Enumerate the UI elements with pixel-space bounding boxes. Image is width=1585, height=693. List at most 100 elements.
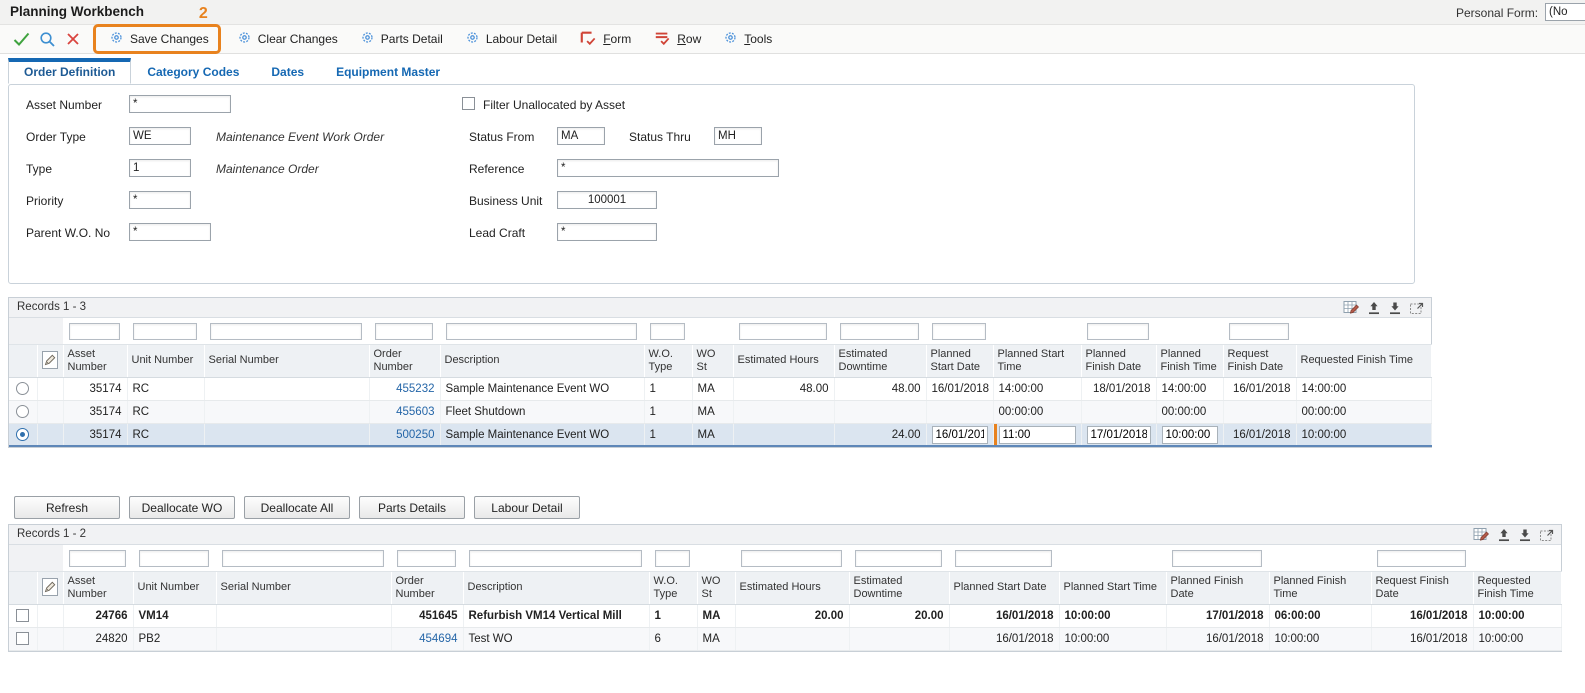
- column-filter-input[interactable]: [469, 550, 642, 567]
- refresh-button[interactable]: Refresh: [14, 496, 120, 519]
- toolbar-button-labour-detail[interactable]: Labour Detail: [456, 27, 566, 51]
- column-filter-input[interactable]: [650, 323, 685, 340]
- column-header-estimated-downtime[interactable]: Estimated Downtime: [849, 571, 949, 604]
- column-header-wo-st[interactable]: WO St: [697, 571, 735, 604]
- customize-grid-icon[interactable]: [1473, 527, 1490, 542]
- find-icon[interactable]: [34, 28, 60, 50]
- column-header-unit-number[interactable]: Unit Number: [127, 344, 204, 377]
- labour-detail-button[interactable]: Labour Detail: [474, 496, 580, 519]
- row-checkbox[interactable]: [16, 632, 29, 645]
- tab-order-definition[interactable]: Order Definition: [8, 58, 131, 84]
- expand-grid-icon[interactable]: [1409, 301, 1425, 315]
- business-unit-field[interactable]: [557, 191, 657, 209]
- column-filter-input[interactable]: [1229, 323, 1289, 340]
- pencil-icon[interactable]: [42, 578, 58, 596]
- cell-input-planned-finish-date[interactable]: [1087, 426, 1151, 444]
- reference-field[interactable]: [557, 159, 779, 177]
- row-radio[interactable]: [16, 405, 29, 418]
- order-number-link[interactable]: 500250: [396, 429, 434, 441]
- personal-form-select[interactable]: (No: [1545, 3, 1585, 21]
- toolbar-button-form[interactable]: Form: [570, 27, 640, 52]
- column-header-request-finish-date[interactable]: Request Finish Date: [1371, 571, 1473, 604]
- order-type-field[interactable]: [129, 127, 191, 145]
- column-filter-input[interactable]: [1172, 550, 1262, 567]
- export-icon[interactable]: [1497, 528, 1511, 542]
- column-header-w-o-type[interactable]: W.O. Type: [649, 571, 697, 604]
- column-header-estimated-hours[interactable]: Estimated Hours: [733, 344, 834, 377]
- column-header-description[interactable]: Description: [463, 571, 649, 604]
- import-icon[interactable]: [1518, 528, 1532, 542]
- ok-check-icon[interactable]: [8, 28, 34, 50]
- order-number-link[interactable]: 455603: [396, 406, 434, 418]
- column-filter-input[interactable]: [1087, 323, 1149, 340]
- column-header-planned-finish-date[interactable]: Planned Finish Date: [1081, 344, 1156, 377]
- column-filter-input[interactable]: [69, 323, 120, 340]
- tab-category-codes[interactable]: Category Codes: [131, 58, 255, 84]
- column-header-planned-finish-time[interactable]: Planned Finish Time: [1156, 344, 1223, 377]
- column-header-wo-st[interactable]: WO St: [692, 344, 733, 377]
- column-header-requested-finish-time[interactable]: Requested Finish Time: [1473, 571, 1561, 604]
- column-filter-input[interactable]: [1377, 550, 1466, 567]
- expand-grid-icon[interactable]: [1539, 528, 1555, 542]
- priority-field[interactable]: [129, 191, 191, 209]
- parts-details-button[interactable]: Parts Details: [359, 496, 465, 519]
- import-icon[interactable]: [1388, 301, 1402, 315]
- deallocate-all-button[interactable]: Deallocate All: [244, 496, 350, 519]
- toolbar-button-tools[interactable]: Tools: [714, 27, 781, 51]
- column-filter-input[interactable]: [932, 323, 986, 340]
- column-filter-input[interactable]: [139, 550, 209, 567]
- cancel-x-icon[interactable]: [60, 28, 86, 50]
- column-header-serial-number[interactable]: Serial Number: [204, 344, 369, 377]
- row-radio[interactable]: [16, 428, 29, 441]
- column-header-unit-number[interactable]: Unit Number: [133, 571, 216, 604]
- row-checkbox[interactable]: [16, 609, 29, 622]
- column-filter-input[interactable]: [446, 323, 637, 340]
- column-filter-input[interactable]: [739, 323, 827, 340]
- column-filter-input[interactable]: [741, 550, 842, 567]
- column-header-planned-finish-time[interactable]: Planned Finish Time: [1269, 571, 1371, 604]
- export-icon[interactable]: [1367, 301, 1381, 315]
- toolbar-button-save-changes[interactable]: Save Changes: [100, 27, 218, 51]
- column-header-planned-start-date[interactable]: Planned Start Date: [926, 344, 993, 377]
- column-header-serial-number[interactable]: Serial Number: [216, 571, 391, 604]
- column-filter-input[interactable]: [397, 550, 456, 567]
- column-header-planned-start-time[interactable]: Planned Start Time: [1059, 571, 1166, 604]
- toolbar-button-parts-detail[interactable]: Parts Detail: [351, 27, 452, 51]
- column-header-description[interactable]: Description: [440, 344, 644, 377]
- lead-craft-field[interactable]: [557, 223, 657, 241]
- filter-unallocated-checkbox[interactable]: [462, 97, 475, 110]
- type-field[interactable]: [129, 159, 191, 177]
- column-header-planned-start-time[interactable]: Planned Start Time: [993, 344, 1081, 377]
- column-header-asset-number[interactable]: Asset Number: [63, 344, 127, 377]
- row-radio[interactable]: [16, 382, 29, 395]
- cell-input-planned-finish-time[interactable]: [1162, 426, 1218, 444]
- column-filter-input[interactable]: [210, 323, 362, 340]
- column-filter-input[interactable]: [655, 550, 690, 567]
- column-filter-input[interactable]: [375, 323, 433, 340]
- status-thru-field[interactable]: [714, 127, 762, 145]
- parent-wo-no-field[interactable]: [129, 223, 211, 241]
- column-header-order-number[interactable]: Order Number: [391, 571, 463, 604]
- toolbar-button-clear-changes[interactable]: Clear Changes: [228, 27, 347, 51]
- customize-grid-icon[interactable]: [1343, 300, 1360, 315]
- column-filter-input[interactable]: [955, 550, 1052, 567]
- column-header-asset-number[interactable]: Asset Number: [63, 571, 133, 604]
- column-header-request-finish-date[interactable]: Request Finish Date: [1223, 344, 1296, 377]
- tab-equipment-master[interactable]: Equipment Master: [320, 58, 456, 84]
- column-header-requested-finish-time[interactable]: Requested Finish Time: [1296, 344, 1431, 377]
- column-header-planned-start-date[interactable]: Planned Start Date: [949, 571, 1059, 604]
- order-number-link[interactable]: 455232: [396, 383, 434, 395]
- column-header-planned-finish-date[interactable]: Planned Finish Date: [1166, 571, 1269, 604]
- toolbar-button-row[interactable]: Row: [644, 27, 710, 52]
- cell-input-planned-start-time[interactable]: [999, 426, 1076, 444]
- column-filter-input[interactable]: [69, 550, 126, 567]
- asset-number-field[interactable]: [129, 95, 231, 113]
- column-header-order-number[interactable]: Order Number: [369, 344, 440, 377]
- column-header-estimated-downtime[interactable]: Estimated Downtime: [834, 344, 926, 377]
- pencil-icon[interactable]: [42, 351, 58, 369]
- order-number-link[interactable]: 454694: [419, 633, 457, 645]
- column-header-estimated-hours[interactable]: Estimated Hours: [735, 571, 849, 604]
- column-filter-input[interactable]: [855, 550, 942, 567]
- tab-dates[interactable]: Dates: [255, 58, 320, 84]
- deallocate-wo-button[interactable]: Deallocate WO: [129, 496, 235, 519]
